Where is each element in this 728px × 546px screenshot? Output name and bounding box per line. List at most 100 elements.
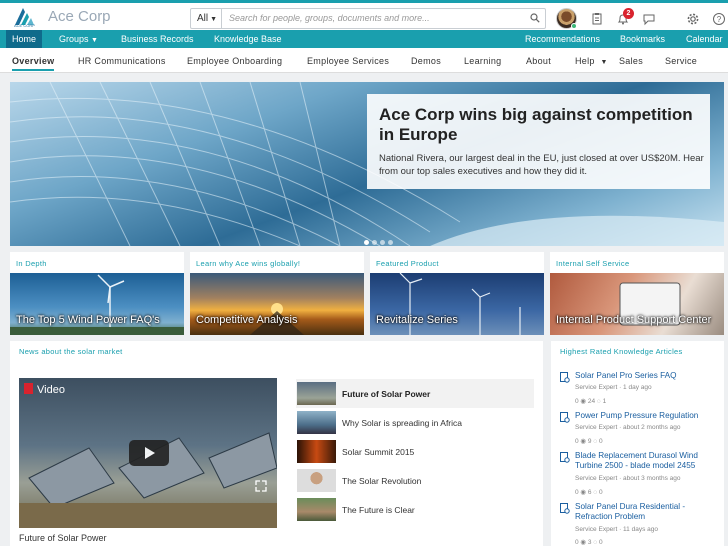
help-icon[interactable]: ? (712, 12, 726, 26)
hero-title[interactable]: Ace Corp wins big against competition in… (379, 105, 704, 145)
chevron-down-icon: ▼ (210, 16, 218, 23)
clipboard-icon[interactable] (590, 12, 604, 26)
list-item[interactable]: Why Solar is spreading in Africa (296, 408, 534, 437)
wind-farm-image: Revitalize Series (370, 273, 544, 335)
play-icon[interactable] (129, 440, 169, 466)
search-scope-label: All (197, 13, 209, 24)
tile-heading: Internal Self Service (556, 259, 630, 268)
carousel-dot[interactable] (372, 240, 377, 245)
video-title: Solar Summit 2015 (342, 447, 415, 457)
knowledge-articles-panel: Highest Rated Knowledge Articles Solar P… (551, 341, 724, 546)
tab-employee-onboarding[interactable]: Employee Onboarding (187, 56, 282, 66)
nav-groups-label: Groups (59, 34, 89, 44)
video-thumb (297, 440, 336, 463)
article-item[interactable]: Solar Panel Dura Residential - Refractio… (560, 502, 720, 546)
tab-learning[interactable]: Learning (464, 56, 501, 66)
article-item[interactable]: Solar Panel Pro Series FAQ Service Exper… (560, 371, 720, 411)
tile-featured-product[interactable]: Featured Product Revitalize Series (370, 252, 544, 335)
article-meta: Service Expert · 1 day ago (575, 384, 652, 391)
video-thumb (297, 382, 336, 405)
tab-help-label: Help (575, 56, 595, 66)
tab-hr-communications[interactable]: HR Communications (78, 56, 166, 66)
hero-carousel[interactable]: Ace Corp wins big against competition in… (10, 82, 724, 246)
article-item[interactable]: Blade Replacement Durasol Wind Turbine 2… (560, 451, 720, 503)
video-title: The Solar Revolution (342, 476, 422, 486)
article-title[interactable]: Power Pump Pressure Regulation (575, 411, 720, 421)
tab-demos[interactable]: Demos (411, 56, 441, 66)
tab-employee-services[interactable]: Employee Services (307, 56, 389, 66)
online-status-icon (571, 23, 577, 29)
gear-icon[interactable] (686, 12, 700, 26)
tile-caption: The Top 5 Wind Power FAQ's (16, 314, 160, 326)
article-icon (560, 412, 570, 423)
chat-icon[interactable] (642, 12, 656, 26)
brand-name[interactable]: Ace Corp (48, 8, 111, 25)
video-label-text: Video (37, 384, 65, 396)
tile-heading: Learn why Ace wins globally! (196, 259, 301, 268)
tile-caption: Revitalize Series (376, 314, 458, 326)
wind-turbine-image: The Top 5 Wind Power FAQ's (10, 273, 184, 335)
tab-about[interactable]: About (526, 56, 551, 66)
article-title[interactable]: Blade Replacement Durasol Wind Turbine 2… (575, 451, 720, 471)
list-item[interactable]: The Future is Clear (296, 495, 534, 524)
hero-text: National Rivera, our largest deal in the… (379, 153, 704, 177)
list-item[interactable]: Future of Solar Power (296, 379, 534, 408)
nav-recommendations[interactable]: Recommendations (525, 30, 600, 48)
video-caption: Future of Solar Power (19, 533, 107, 543)
tile-learn-why[interactable]: Learn why Ace wins globally! Competitive… (190, 252, 364, 335)
nav-bookmarks[interactable]: Bookmarks (620, 30, 665, 48)
article-icon (560, 503, 570, 514)
article-icon (560, 452, 570, 463)
video-list: Future of Solar Power Why Solar is sprea… (296, 379, 534, 524)
list-item[interactable]: The Solar Revolution (296, 466, 534, 495)
news-panel-title: News about the solar market (19, 347, 123, 356)
tab-service[interactable]: Service (665, 56, 697, 66)
tile-heading: Featured Product (376, 259, 439, 268)
article-title[interactable]: Solar Panel Pro Series FAQ (575, 371, 720, 381)
chevron-down-icon: ▼ (91, 37, 98, 44)
video-thumb (297, 469, 336, 492)
main-nav: Home Groups ▼ Business Records Knowledge… (0, 30, 728, 48)
video-title: Why Solar is spreading in Africa (342, 418, 462, 428)
fullscreen-icon[interactable] (255, 480, 267, 492)
article-meta: Service Expert · about 2 months ago (575, 424, 681, 431)
search-icon[interactable] (530, 13, 540, 23)
tab-help[interactable]: Help ▼ (575, 56, 608, 66)
nav-groups[interactable]: Groups ▼ (59, 30, 98, 48)
tab-overview[interactable]: Overview (12, 56, 55, 71)
search-scope-dropdown[interactable]: All ▼ (191, 9, 222, 28)
article-meta: Service Expert · 11 days ago (575, 526, 658, 533)
tablet-support-image: Internal Product Support Center (550, 273, 724, 335)
video-icon (24, 383, 33, 394)
search-bar: All ▼ Search for people, groups, document… (190, 8, 546, 29)
tab-sales[interactable]: Sales (619, 56, 643, 66)
video-title: The Future is Clear (342, 505, 415, 515)
nav-knowledge-base[interactable]: Knowledge Base (214, 30, 282, 48)
video-thumb (297, 411, 336, 434)
list-item[interactable]: Solar Summit 2015 (296, 437, 534, 466)
notification-badge: 2 (623, 8, 634, 19)
carousel-dot[interactable] (380, 240, 385, 245)
video-label: Video (24, 383, 65, 396)
article-stats: 0 ◉ 3 ◌ 0 (575, 539, 603, 546)
video-thumb (297, 498, 336, 521)
tile-caption: Internal Product Support Center (556, 314, 712, 326)
nav-home[interactable]: Home (6, 30, 43, 48)
video-player[interactable]: Video (19, 378, 277, 528)
article-meta: Service Expert · about 3 months ago (575, 475, 681, 482)
article-stats: 0 ◉ 9 ◌ 0 (575, 438, 603, 445)
sub-nav: Overview HR Communications Employee Onbo… (0, 48, 728, 73)
article-item[interactable]: Power Pump Pressure Regulation Service E… (560, 411, 720, 451)
article-title[interactable]: Solar Panel Dura Residential - Refractio… (575, 502, 720, 522)
tile-in-depth[interactable]: In Depth The Top 5 Wind Power FAQ's (10, 252, 184, 335)
carousel-dot[interactable] (388, 240, 393, 245)
carousel-dot[interactable] (364, 240, 369, 245)
tile-heading: In Depth (16, 259, 47, 268)
news-panel: News about the solar market Video Future… (10, 341, 543, 546)
nav-calendar[interactable]: Calendar (686, 30, 723, 48)
sunset-road-image: Competitive Analysis (190, 273, 364, 335)
chevron-down-icon: ▼ (600, 59, 608, 66)
tile-internal-self-service[interactable]: Internal Self Service Internal Product S… (550, 252, 724, 335)
nav-business-records[interactable]: Business Records (121, 30, 194, 48)
search-input[interactable]: Search for people, groups, documents and… (229, 13, 430, 23)
